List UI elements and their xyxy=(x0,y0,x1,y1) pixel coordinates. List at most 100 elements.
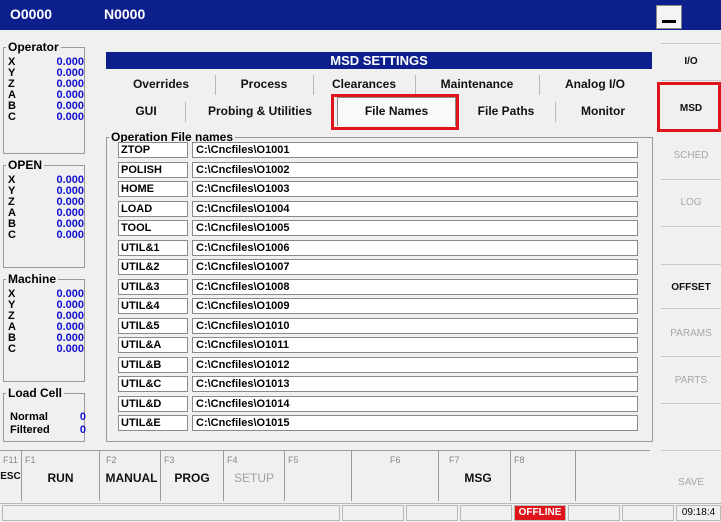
prog-key[interactable]: F3 PROG xyxy=(161,451,224,501)
minimize-button[interactable] xyxy=(656,5,682,29)
f6-key[interactable]: F6 xyxy=(387,451,439,501)
status-cell xyxy=(2,505,340,521)
file-path-input[interactable]: C:\Cncfiles\O1015 xyxy=(192,415,638,431)
file-path-input[interactable]: C:\Cncfiles\O1010 xyxy=(192,317,638,334)
fkey-number: F6 xyxy=(390,455,401,465)
load-cell-filtered: Filtered 0 xyxy=(10,425,86,436)
f8-key[interactable]: F8 xyxy=(511,451,576,501)
setup-label: SETUP xyxy=(233,471,274,485)
right-divider xyxy=(661,450,721,451)
load-cell-title: Load Cell xyxy=(8,386,63,400)
status-cell xyxy=(622,505,674,521)
right-divider xyxy=(661,179,721,180)
operator-axis-value: 0.000 xyxy=(56,111,84,123)
file-name-label: UTIL&C xyxy=(118,376,188,392)
tab-analog-io[interactable]: Analog I/O xyxy=(540,72,650,96)
fkey-number: F11 xyxy=(3,455,18,465)
load-cell-normal: Normal 0 xyxy=(10,412,86,423)
f5-key[interactable]: F5 xyxy=(285,451,352,501)
file-name-label: UTIL&A xyxy=(118,337,188,353)
clock: 09:18:4 xyxy=(676,505,721,521)
file-name-label: UTIL&1 xyxy=(118,239,188,256)
file-name-label: HOME xyxy=(118,181,188,197)
fkey-number: F3 xyxy=(164,455,175,465)
tab-probing-utilities[interactable]: Probing & Utilities xyxy=(186,99,334,123)
file-path-input[interactable]: C:\Cncfiles\O1005 xyxy=(192,220,638,236)
file-name-label: LOAD xyxy=(118,200,188,217)
file-path-input[interactable]: C:\Cncfiles\O1014 xyxy=(192,395,638,412)
operator-axis-label: C xyxy=(8,111,16,123)
right-divider xyxy=(661,43,721,44)
run-key[interactable]: F1 RUN xyxy=(22,451,100,501)
sequence-number: N0000 xyxy=(104,6,146,22)
file-path-input[interactable]: C:\Cncfiles\O1011 xyxy=(192,337,638,353)
esc-key[interactable]: F11 ESC xyxy=(0,451,22,501)
sched-button[interactable]: SCHED xyxy=(661,150,721,161)
tab-gui[interactable]: GUI xyxy=(108,99,184,123)
esc-label: ESC xyxy=(0,471,21,482)
tab-overrides[interactable]: Overrides xyxy=(108,72,214,96)
file-name-label: UTIL&4 xyxy=(118,298,188,314)
right-divider xyxy=(661,356,721,357)
file-name-label: UTIL&5 xyxy=(118,317,188,334)
io-button[interactable]: I/O xyxy=(661,56,721,67)
fkey-number: F8 xyxy=(514,455,525,465)
right-divider xyxy=(661,80,721,81)
right-divider xyxy=(661,403,721,404)
parts-button[interactable]: PARTS xyxy=(661,375,721,386)
file-path-input[interactable]: C:\Cncfiles\O1006 xyxy=(192,239,638,256)
file-name-label: UTIL&2 xyxy=(118,259,188,275)
file-names-highlight xyxy=(331,94,459,130)
tab-maintenance[interactable]: Maintenance xyxy=(416,72,538,96)
file-path-input[interactable]: C:\Cncfiles\O1002 xyxy=(192,161,638,178)
setup-key[interactable]: F4 SETUP xyxy=(224,451,285,501)
file-name-label: TOOL xyxy=(118,220,188,236)
manual-label: MANUAL xyxy=(105,471,158,485)
file-path-input[interactable]: C:\Cncfiles\O1007 xyxy=(192,259,638,275)
status-cell xyxy=(342,505,404,521)
file-name-label: UTIL&E xyxy=(118,415,188,431)
tab-file-paths[interactable]: File Paths xyxy=(458,99,554,123)
program-number: O0000 xyxy=(10,6,53,22)
status-cell xyxy=(406,505,458,521)
status-cell xyxy=(568,505,620,521)
page-title: MSD SETTINGS xyxy=(106,52,652,69)
file-path-input[interactable]: C:\Cncfiles\O1013 xyxy=(192,376,638,392)
tab-monitor[interactable]: Monitor xyxy=(556,99,650,123)
tab-clearances[interactable]: Clearances xyxy=(314,72,414,96)
file-path-input[interactable]: C:\Cncfiles\O1003 xyxy=(192,181,638,197)
right-divider xyxy=(661,264,721,265)
file-path-input[interactable]: C:\Cncfiles\O1008 xyxy=(192,278,638,295)
load-cell-filtered-value: 0 xyxy=(79,424,86,436)
manual-key[interactable]: F2 MANUAL xyxy=(103,451,161,501)
save-button[interactable]: SAVE xyxy=(661,477,721,488)
msd-highlight xyxy=(657,82,721,132)
file-path-input[interactable]: C:\Cncfiles\O1004 xyxy=(192,200,638,217)
load-cell-normal-label: Normal xyxy=(10,411,48,423)
run-label: RUN xyxy=(47,471,74,485)
file-path-input[interactable]: C:\Cncfiles\O1009 xyxy=(192,298,638,314)
right-divider xyxy=(661,226,721,227)
file-path-input[interactable]: C:\Cncfiles\O1001 xyxy=(192,142,638,158)
offset-button[interactable]: OFFSET xyxy=(661,282,721,293)
operator-axis-row: C 0.000 xyxy=(8,112,84,123)
tab-process[interactable]: Process xyxy=(216,72,312,96)
fkey-number: F7 xyxy=(449,455,460,465)
log-button[interactable]: LOG xyxy=(661,197,721,208)
operator-title: Operator xyxy=(8,40,59,54)
file-path-input[interactable]: C:\Cncfiles\O1012 xyxy=(192,356,638,373)
load-cell-filtered-label: Filtered xyxy=(10,424,50,436)
msg-label: MSG xyxy=(464,471,492,485)
minimize-icon xyxy=(662,20,676,23)
file-name-label: UTIL&B xyxy=(118,356,188,373)
fkey-number: F4 xyxy=(227,455,238,465)
msg-key[interactable]: F7 MSG xyxy=(446,451,511,501)
open-title: OPEN xyxy=(8,158,43,172)
connection-status: OFFLINE xyxy=(514,505,566,521)
load-cell-normal-value: 0 xyxy=(79,411,86,423)
params-button[interactable]: PARAMS xyxy=(661,328,721,339)
machine-position-group: Machine xyxy=(3,272,85,382)
prog-label: PROG xyxy=(174,471,210,485)
file-name-label: UTIL&3 xyxy=(118,278,188,295)
status-cell xyxy=(460,505,512,521)
